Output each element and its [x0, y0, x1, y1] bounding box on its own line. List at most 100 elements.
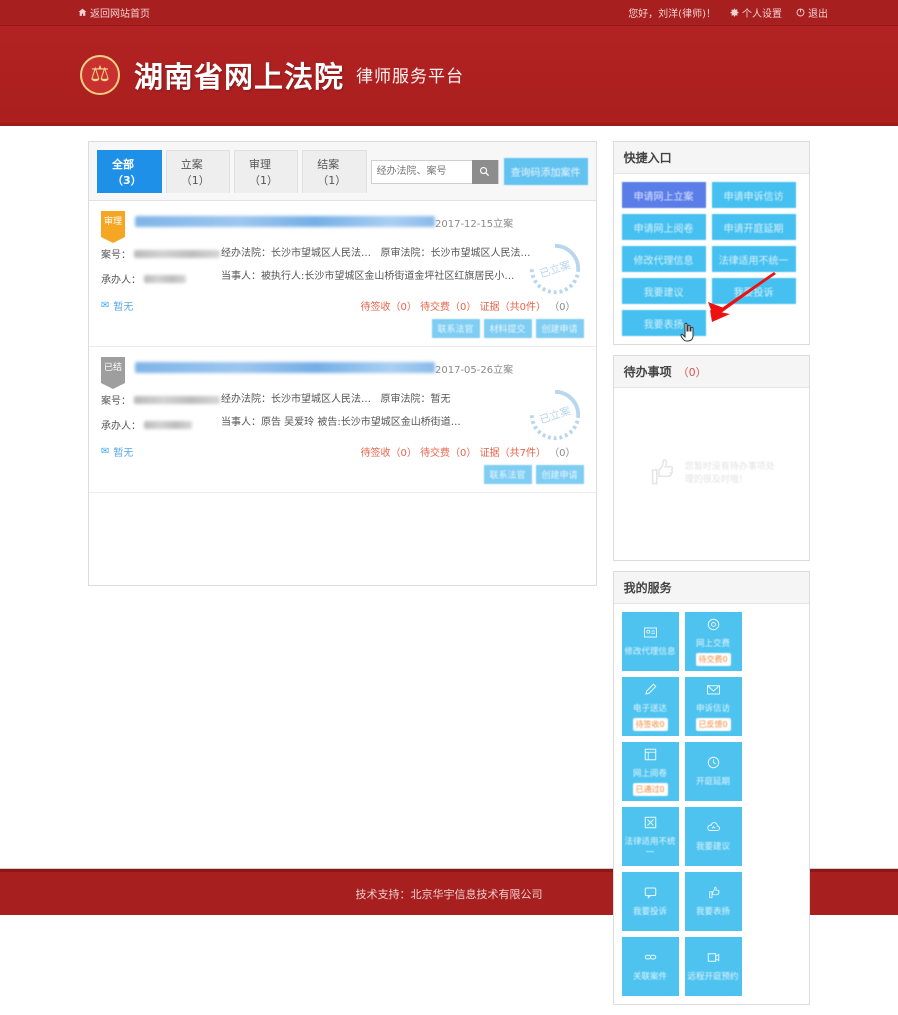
case-handler-field: 承办人：: [101, 271, 221, 286]
filed-stamp-icon: 已立案: [526, 386, 584, 444]
case-party-label: 当事人：: [221, 417, 261, 428]
service-tile-label: 法律适用不统一: [624, 837, 676, 858]
tab-closed[interactable]: 结案（1）: [302, 150, 367, 193]
contact-judge-button[interactable]: 联系法官: [483, 465, 532, 484]
tab-closed-label: 结案（1）: [317, 158, 347, 187]
quick-appeal-petition-button[interactable]: 申请申诉信访: [711, 182, 796, 208]
service-tile-label: 网上交费: [696, 639, 731, 650]
thumbs-up-icon: [643, 455, 677, 493]
sidebar-column: 快捷入口 申请网上立案 申请申诉信访 申请网上阅卷 申请开庭延期 修改代理信息 …: [612, 141, 810, 1015]
quick-hearing-postpone-button[interactable]: 申请开庭延期: [711, 214, 796, 240]
thumbs-up-icon: [706, 885, 721, 904]
service-tile-hearing-postpone[interactable]: 开庭延期: [684, 742, 742, 801]
speech-icon: [643, 885, 658, 904]
service-tile-suggestion[interactable]: 我要建议: [684, 807, 742, 866]
service-tile-e-delivery[interactable]: 电子送达 待签收0: [621, 677, 679, 736]
service-tile-online-payment[interactable]: 网上交费 待交费0: [684, 612, 742, 671]
case-handler-label: 承办人：: [101, 421, 141, 432]
case-header: 审理 2017-12-15立案: [101, 211, 584, 243]
status-badge: 审理: [101, 211, 125, 243]
case-stat-evidence: 证据（共7件）: [479, 448, 546, 459]
search-input[interactable]: [371, 160, 472, 183]
case-number-value: [134, 249, 220, 258]
top-user-area: 您好，刘洋(律师)！ 个人设置 退出: [628, 5, 828, 20]
service-tile-edit-agent-info[interactable]: 修改代理信息: [621, 612, 679, 671]
submit-material-button[interactable]: 材料提交: [483, 319, 532, 338]
case-court-value: 长沙市望城区人民法…: [271, 394, 371, 405]
case-origcourt-label: 原审法院：: [380, 394, 431, 405]
service-tile-remote-hearing-booking[interactable]: 远程开庭预约: [684, 937, 742, 996]
site-title: 湖南省网上法院: [134, 59, 345, 94]
case-body: 案号： 承办人： 经办法院：长沙市望城区人民法…: [101, 389, 584, 442]
quick-online-filing-button[interactable]: 申请网上立案: [621, 182, 706, 208]
search-button[interactable]: [471, 159, 498, 184]
tab-all[interactable]: 全部（3）: [97, 150, 162, 193]
todo-count: （0）: [677, 365, 707, 379]
quick-law-inconsistency-button[interactable]: 法律适用不统一: [711, 246, 796, 272]
todo-title: 待办事项: [623, 365, 672, 379]
create-application-button[interactable]: 创建申请: [535, 465, 584, 484]
todo-title-row: 待办事项 （0）: [613, 356, 809, 388]
envelope-icon: [706, 682, 721, 701]
case-card[interactable]: 已结 2017-05-26立案 案号： 承办人： 经办法院：长沙市望城区人民法……: [89, 347, 596, 493]
book-icon: [643, 747, 658, 766]
case-stat-comment: （0）: [549, 302, 576, 313]
site-masthead: ⚖ 湖南省网上法院 律师服务平台: [0, 26, 898, 126]
service-tile-online-file-review[interactable]: 网上阅卷 已通过0: [621, 742, 679, 801]
quick-praise-button[interactable]: 我要表扬: [621, 310, 706, 336]
case-list-column: 全部（3） 立案（1） 审理（1） 结案（1） 查询码: [88, 141, 597, 1015]
service-tile-label: 电子送达: [633, 704, 668, 715]
quick-entry-panel: 快捷入口 申请网上立案 申请申诉信访 申请网上阅卷 申请开庭延期 修改代理信息 …: [612, 141, 810, 345]
quick-suggestion-button[interactable]: 我要建议: [621, 278, 706, 304]
service-tile-label: 我要表扬: [696, 907, 731, 918]
case-handler-field: 承办人：: [101, 417, 221, 432]
personal-settings-link[interactable]: 个人设置: [730, 5, 782, 20]
search-box: [370, 159, 499, 184]
home-link[interactable]: 返回网站首页: [78, 5, 150, 20]
contact-judge-button[interactable]: 联系法官: [431, 319, 480, 338]
service-tile-law-inconsistency[interactable]: 法律适用不统一: [621, 807, 679, 866]
case-origcourt-value: 暂无: [430, 394, 451, 405]
case-stat-comment: （0）: [549, 448, 576, 459]
user-greeting-label: 您好，刘洋(律师)！: [628, 9, 716, 20]
service-tile-appeal-petition[interactable]: 申诉信访 已反馈0: [684, 677, 742, 736]
case-origcourt-label: 原审法院：: [380, 248, 431, 259]
logout-label: 退出: [808, 9, 828, 20]
service-tile-label: 开庭延期: [696, 777, 731, 788]
case-party-value: 原告 吴爱玲 被告:长沙市望城区金山桥街道…: [261, 417, 461, 428]
quick-edit-agent-info-button[interactable]: 修改代理信息: [621, 246, 706, 272]
service-tile-praise[interactable]: 我要表扬: [684, 872, 742, 931]
service-tile-badge: 待签收0: [632, 717, 668, 731]
case-card[interactable]: 审理 2017-12-15立案 案号： 承办人： 经办法院：长沙市望城区人民法……: [89, 201, 596, 347]
quick-online-file-review-button[interactable]: 申请网上阅卷: [621, 214, 706, 240]
coin-icon: [706, 617, 721, 636]
case-tabs-row: 全部（3） 立案（1） 审理（1） 结案（1） 查询码: [89, 142, 596, 201]
case-court-value: 长沙市望城区人民法…: [271, 248, 371, 259]
quick-entry-grid: 申请网上立案 申请申诉信访 申请网上阅卷 申请开庭延期 修改代理信息 法律适用不…: [614, 174, 809, 344]
tab-filing[interactable]: 立案（1）: [165, 150, 230, 193]
case-handler-label: 承办人：: [101, 275, 141, 286]
case-stat-payment: 待交费（0）: [420, 448, 477, 459]
case-stat-signing: 待签收（0）: [360, 302, 417, 313]
service-tile-related-cases[interactable]: 关联案件: [621, 937, 679, 996]
case-handler-value: [144, 420, 192, 429]
page-root: 返回网站首页 您好，刘洋(律师)！ 个人设置 退出 ⚖ 湖南省网上法院 律师服务…: [0, 0, 898, 1005]
quick-complaint-button[interactable]: 我要投诉: [711, 278, 796, 304]
status-badge-label: 审理: [103, 217, 122, 227]
status-badge: 已结: [101, 357, 125, 389]
case-number-value: [134, 395, 220, 404]
case-action-buttons: 联系法官 创建申请: [101, 465, 584, 484]
service-tile-label: 申诉信访: [696, 704, 731, 715]
home-link-label: 返回网站首页: [90, 9, 150, 20]
tab-trial[interactable]: 审理（1）: [234, 150, 299, 193]
case-body: 案号： 承办人： 经办法院：长沙市望城区人民法…: [101, 243, 584, 296]
pen-icon: [643, 682, 658, 701]
create-application-button[interactable]: 创建申请: [535, 319, 584, 338]
clock-icon: [706, 755, 721, 774]
add-case-by-code-button[interactable]: 查询码添加案件: [503, 158, 588, 185]
service-tile-complaint[interactable]: 我要投诉: [621, 872, 679, 931]
svg-text:已立案: 已立案: [538, 258, 573, 280]
site-subtitle: 律师服务平台: [356, 67, 465, 87]
case-stats: 待签收（0） 待交费（0） 证据（共0件） （0）: [361, 298, 576, 313]
logout-link[interactable]: 退出: [796, 5, 828, 20]
